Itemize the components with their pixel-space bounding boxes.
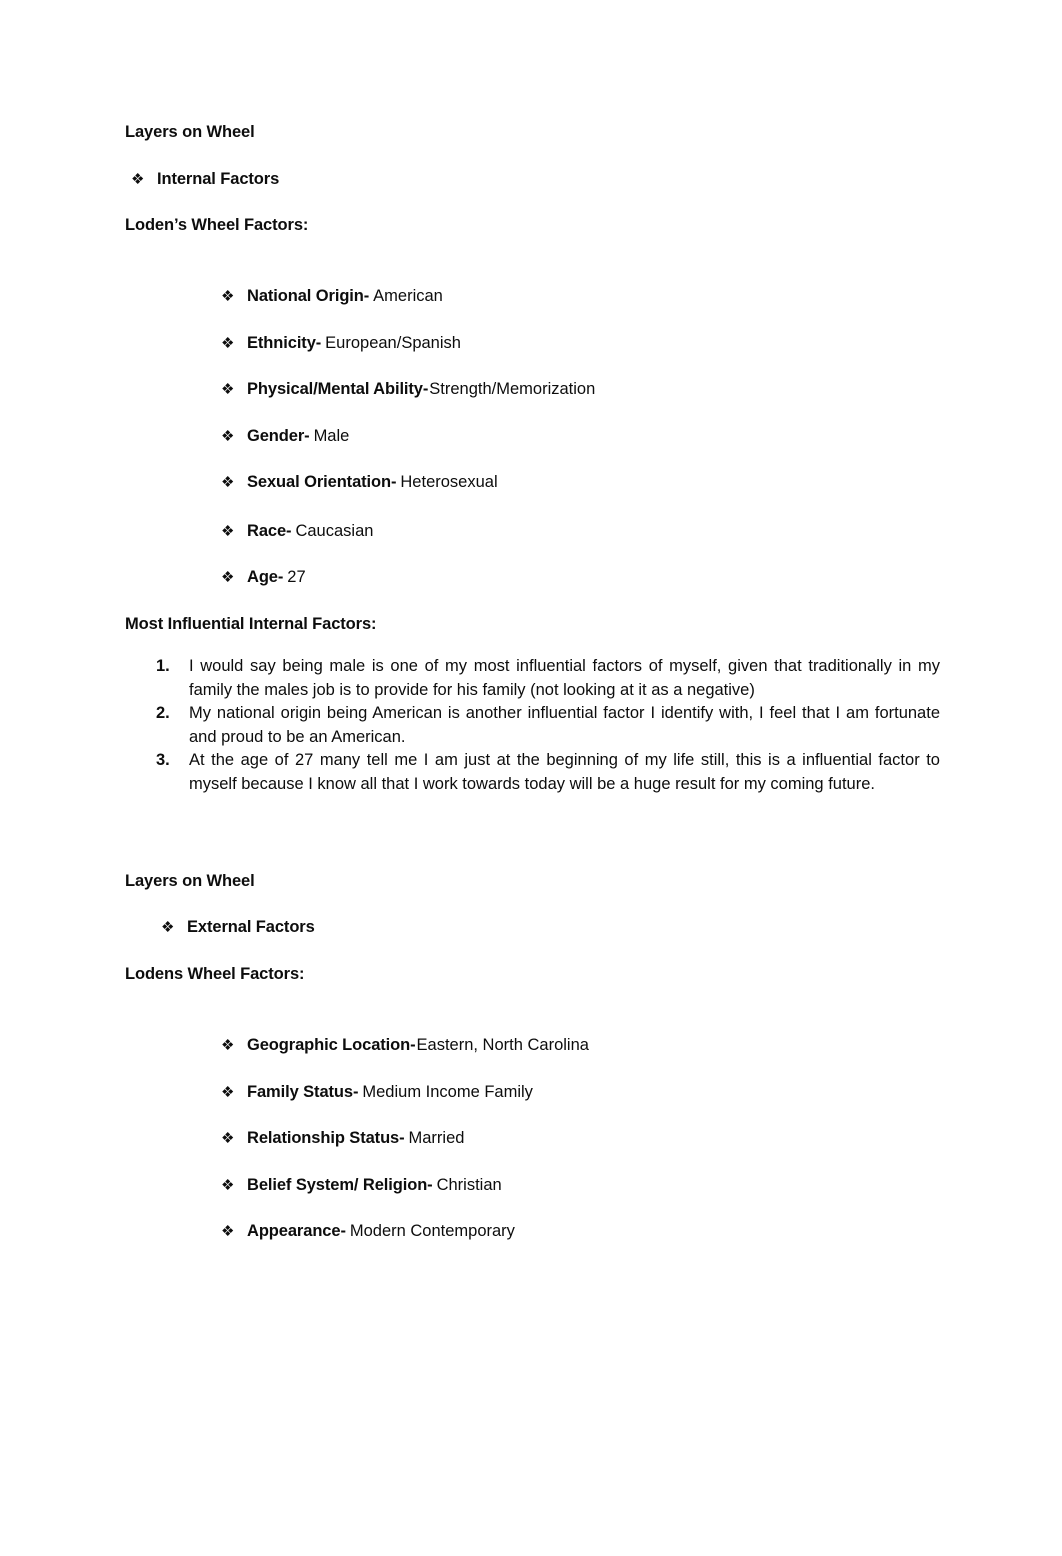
list-item-number: 2. <box>156 704 170 722</box>
factor-item: ❖ Appearance- Modern Contemporary <box>221 1221 515 1242</box>
list-item: 3. At the age of 27 many tell me I am ju… <box>125 749 940 796</box>
factor-label: Ethnicity- <box>247 334 322 352</box>
list-item-number: 3. <box>156 751 170 769</box>
diamond-bullet-icon: ❖ <box>221 381 235 398</box>
influential-factors-list: 1. I would say being male is one of my m… <box>125 655 940 796</box>
factor-value: Caucasian <box>295 522 374 540</box>
factor-label: Family Status- <box>247 1083 359 1101</box>
factor-value: Strength/Memorization <box>429 380 596 398</box>
factor-item: ❖ Ethnicity- European/Spanish <box>221 333 461 354</box>
list-item-text: I would say being male is one of my most… <box>189 657 940 699</box>
factor-item: ❖ National Origin- American <box>221 286 443 307</box>
factor-label: Relationship Status- <box>247 1129 405 1147</box>
diamond-bullet-icon: ❖ <box>221 1130 235 1147</box>
factor-item: ❖ Race- Caucasian <box>221 521 373 542</box>
diamond-bullet-icon: ❖ <box>131 171 145 188</box>
factor-label: Age- <box>247 568 284 586</box>
factor-label: Race- <box>247 522 292 540</box>
factor-label: Sexual Orientation- <box>247 473 397 491</box>
diamond-bullet-icon: ❖ <box>221 288 235 305</box>
list-item-text: My national origin being American is ano… <box>189 704 940 746</box>
factor-value: American <box>373 287 443 305</box>
diamond-bullet-icon: ❖ <box>221 335 235 352</box>
factor-item: ❖ Age- 27 <box>221 567 306 588</box>
factor-label: Physical/Mental Ability- <box>247 380 429 398</box>
most-influential-internal-factors-heading: Most Influential Internal Factors: <box>125 615 377 633</box>
factor-item: ❖ Belief System/ Religion- Christian <box>221 1175 502 1196</box>
layers-on-wheel-heading-external: Layers on Wheel <box>125 872 255 890</box>
external-factors-bullet: ❖ External Factors <box>161 917 315 938</box>
factor-item: ❖ Gender- Male <box>221 426 349 447</box>
factor-value: 27 <box>287 568 306 586</box>
factor-item: ❖ Family Status- Medium Income Family <box>221 1082 533 1103</box>
list-item-text: At the age of 27 many tell me I am just … <box>189 751 940 793</box>
lodens-wheel-factors-heading-external: Lodens Wheel Factors: <box>125 965 305 983</box>
diamond-bullet-icon: ❖ <box>221 1084 235 1101</box>
factor-item: ❖ Physical/Mental Ability- Strength/Memo… <box>221 379 595 400</box>
factor-value: Eastern, North Carolina <box>416 1036 589 1054</box>
lodens-wheel-factors-heading-internal: Loden’s Wheel Factors: <box>125 216 309 234</box>
factor-label: Gender- <box>247 427 310 445</box>
list-item: 1. I would say being male is one of my m… <box>125 655 940 702</box>
factor-label: National Origin- <box>247 287 370 305</box>
factor-label: Geographic Location- <box>247 1036 416 1054</box>
factor-label: Belief System/ Religion- <box>247 1176 433 1194</box>
factor-value: European/Spanish <box>325 334 461 352</box>
factor-value: Male <box>313 427 350 445</box>
diamond-bullet-icon: ❖ <box>221 1223 235 1240</box>
internal-factors-label: Internal Factors <box>157 170 280 188</box>
list-item: 2. My national origin being American is … <box>125 702 940 749</box>
factor-item: ❖ Sexual Orientation- Heterosexual <box>221 472 498 493</box>
factor-value: Heterosexual <box>400 473 498 491</box>
diamond-bullet-icon: ❖ <box>161 919 175 936</box>
diamond-bullet-icon: ❖ <box>221 523 235 540</box>
diamond-bullet-icon: ❖ <box>221 569 235 586</box>
internal-factors-bullet: ❖ Internal Factors <box>131 169 279 190</box>
diamond-bullet-icon: ❖ <box>221 428 235 445</box>
diamond-bullet-icon: ❖ <box>221 1177 235 1194</box>
factor-label: Appearance- <box>247 1222 346 1240</box>
factor-value: Medium Income Family <box>362 1083 533 1101</box>
factor-item: ❖ Geographic Location- Eastern, North Ca… <box>221 1035 589 1056</box>
external-factors-label: External Factors <box>187 918 315 936</box>
factor-value: Married <box>408 1129 465 1147</box>
factor-value: Christian <box>436 1176 502 1194</box>
diamond-bullet-icon: ❖ <box>221 474 235 491</box>
diamond-bullet-icon: ❖ <box>221 1037 235 1054</box>
factor-item: ❖ Relationship Status- Married <box>221 1128 464 1149</box>
document-page: Layers on Wheel ❖ Internal Factors Loden… <box>0 0 1062 1556</box>
layers-on-wheel-heading-internal: Layers on Wheel <box>125 123 255 141</box>
factor-value: Modern Contemporary <box>349 1222 515 1240</box>
list-item-number: 1. <box>156 657 170 675</box>
